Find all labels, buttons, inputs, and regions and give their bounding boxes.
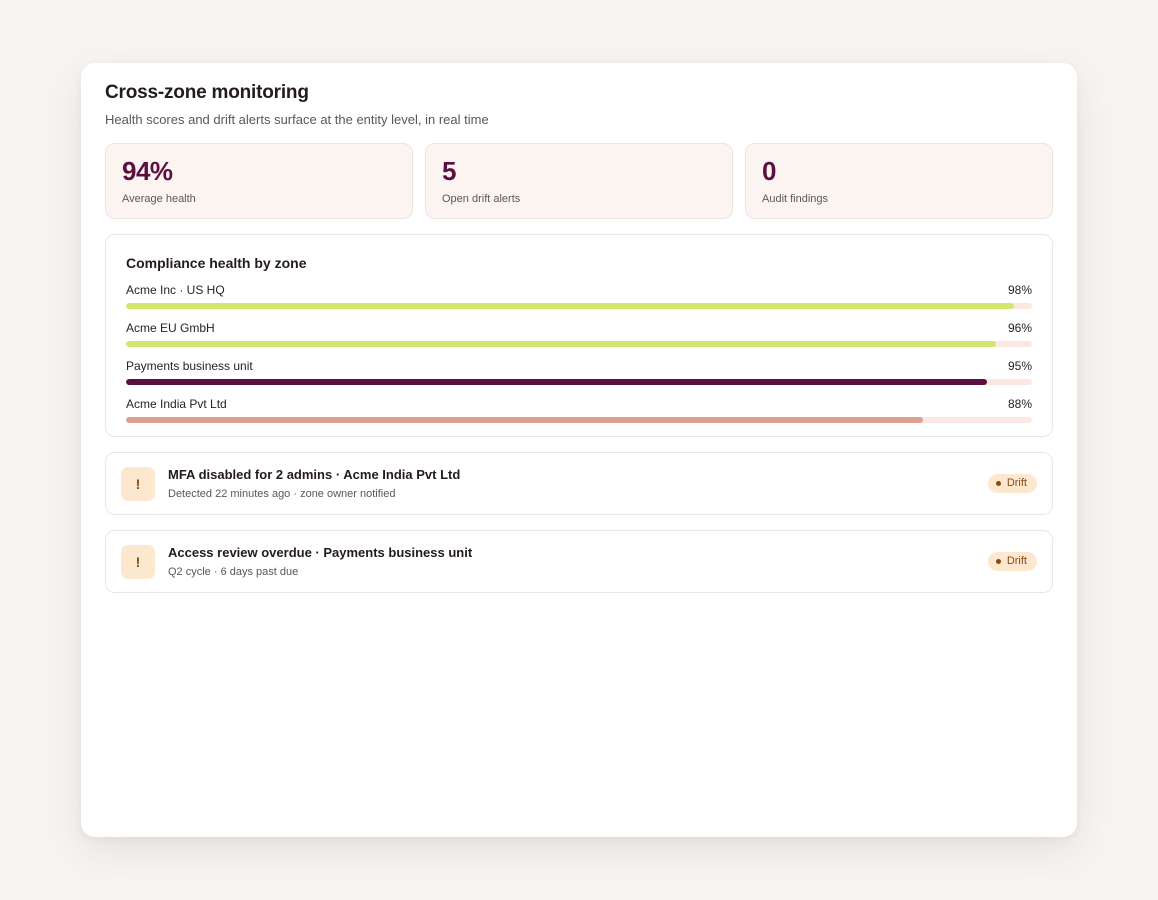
stat-label: Audit findings	[762, 193, 829, 205]
status-badge: Drift	[987, 552, 1037, 571]
stat-audit-findings: 0 Audit findings	[745, 143, 1053, 219]
alert-item[interactable]: ! MFA disabled for 2 admins · Acme India…	[105, 452, 1053, 515]
status-dot-icon	[995, 559, 1001, 564]
progress-track	[126, 417, 1032, 423]
stat-value: 5	[442, 156, 456, 186]
progress-track	[126, 341, 1032, 347]
zone-health-section: Compliance health by zone Acme Inc · US …	[105, 234, 1053, 437]
zone-name: Acme Inc · US HQ	[126, 283, 225, 297]
stat-value: 94%	[122, 156, 173, 186]
progress-track	[126, 379, 1032, 385]
progress-track	[126, 303, 1032, 309]
stat-value: 0	[762, 156, 776, 186]
zone-percent: 88%	[1007, 397, 1032, 411]
zone-percent: 98%	[1007, 283, 1032, 297]
badge-label: Drift	[1006, 555, 1027, 567]
zone-row: Acme EU GmbH 96%	[126, 321, 1032, 347]
stat-label: Open drift alerts	[442, 193, 521, 205]
status-dot-icon	[995, 481, 1001, 486]
zone-name: Payments business unit	[126, 359, 253, 373]
zone-percent: 96%	[1007, 321, 1032, 335]
alert-title: Access review overdue · Payments busines…	[168, 544, 473, 560]
progress-fill	[126, 417, 924, 423]
zone-percent: 95%	[1007, 359, 1032, 373]
status-badge: Drift	[987, 474, 1037, 493]
alert-title: MFA disabled for 2 admins · Acme India P…	[168, 466, 461, 482]
exclamation-icon: !	[121, 544, 155, 579]
cross-zone-monitoring-panel: Cross-zone monitoring Health scores and …	[81, 63, 1077, 837]
progress-fill	[126, 341, 996, 347]
exclamation-icon: !	[121, 466, 155, 501]
stat-average-health: 94% Average health	[105, 143, 413, 219]
panel-subtitle: Health scores and drift alerts surface a…	[105, 112, 489, 127]
alert-meta: Detected 22 minutes ago · zone owner not…	[168, 487, 396, 500]
zone-name: Acme EU GmbH	[126, 321, 215, 335]
badge-label: Drift	[1006, 477, 1027, 489]
alert-item[interactable]: ! Access review overdue · Payments busin…	[105, 530, 1053, 593]
stats-row: 94% Average health 5 Open drift alerts 0…	[105, 143, 1053, 219]
zone-row: Payments business unit 95%	[126, 359, 1032, 385]
zones-title: Compliance health by zone	[126, 255, 307, 271]
progress-fill	[126, 303, 1014, 309]
zone-name: Acme India Pvt Ltd	[126, 397, 227, 411]
panel-title: Cross-zone monitoring	[105, 82, 309, 103]
zone-row: Acme India Pvt Ltd 88%	[126, 397, 1032, 423]
alert-meta: Q2 cycle · 6 days past due	[168, 565, 299, 578]
progress-fill	[126, 379, 987, 385]
stat-open-drift-alerts: 5 Open drift alerts	[425, 143, 733, 219]
stat-label: Average health	[122, 193, 196, 205]
zone-row: Acme Inc · US HQ 98%	[126, 283, 1032, 309]
